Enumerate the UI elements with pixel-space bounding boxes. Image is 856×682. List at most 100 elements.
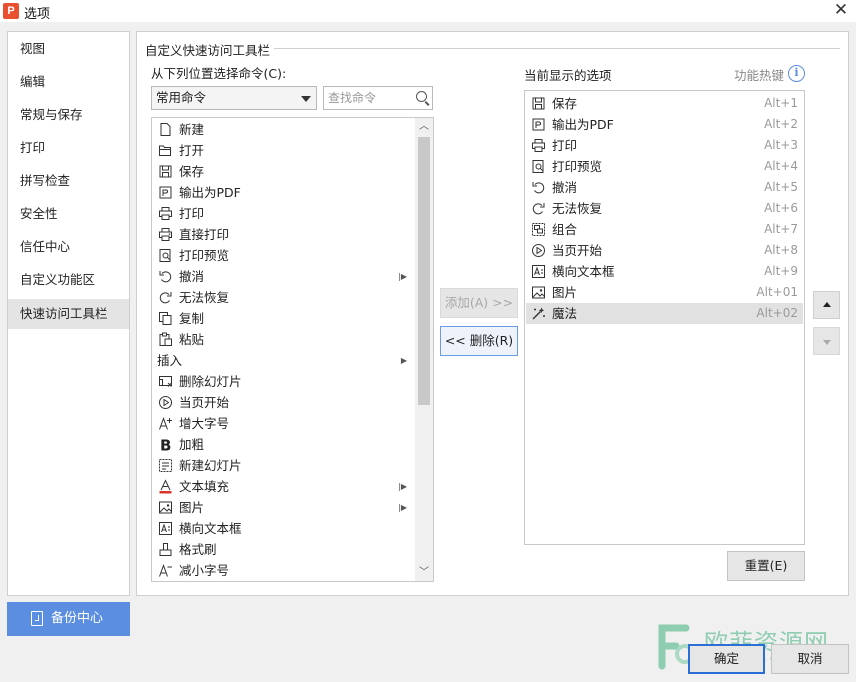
- nav-item-quick-access-toolbar[interactable]: 快速访问工具栏: [8, 299, 129, 329]
- list-item-label: 保存: [552, 96, 578, 111]
- save-icon: [532, 97, 545, 110]
- list-item[interactable]: 横向文本框: [152, 518, 415, 539]
- hotkey-value: Alt+9: [764, 264, 798, 278]
- list-item[interactable]: 减小字号: [152, 560, 415, 581]
- move-up-button[interactable]: [813, 291, 840, 319]
- title-bar: P 选项 ✕: [0, 0, 856, 22]
- list-item[interactable]: 横向文本框 Alt+9: [526, 261, 803, 282]
- list-item-label: 打开: [179, 143, 205, 158]
- add-button[interactable]: 添加(A) >>: [440, 288, 518, 318]
- current-toolbar-list[interactable]: 保存 Alt+1 输出为PDF Alt+2 打印 Alt+3 打印预览 Alt+…: [524, 90, 805, 545]
- ok-button[interactable]: 确定: [688, 644, 765, 674]
- list-item[interactable]: 无法恢复: [152, 287, 415, 308]
- nav-item-general-save[interactable]: 常规与保存: [8, 101, 129, 129]
- list-item-label: 复制: [179, 311, 205, 326]
- list-item[interactable]: B 加粗: [152, 434, 415, 455]
- nav-item-view[interactable]: 视图: [8, 35, 129, 63]
- nav-item-print[interactable]: 打印: [8, 134, 129, 162]
- reset-button[interactable]: 重置(E): [727, 551, 805, 581]
- list-item-selected[interactable]: 魔法 Alt+02: [526, 303, 803, 324]
- list-item[interactable]: 保存 Alt+1: [526, 93, 803, 114]
- close-icon[interactable]: ✕: [832, 1, 850, 19]
- list-item[interactable]: 打开: [152, 140, 415, 161]
- paste-icon: [159, 332, 172, 346]
- cancel-button[interactable]: 取消: [771, 644, 849, 674]
- undo-icon: [159, 271, 172, 283]
- available-commands-list[interactable]: 新建 打开 保存 输出为PDF 打印 直接打印 打印预览 撤消 |▶ 无法恢复 …: [151, 117, 434, 582]
- pdf-export-icon: [532, 118, 545, 131]
- commands-scrollbar[interactable]: ︿ ﹀: [415, 118, 433, 581]
- list-item-label: 图片: [552, 285, 578, 300]
- hotkey-value: Alt+1: [764, 96, 798, 110]
- scroll-up-icon[interactable]: ︿: [415, 118, 433, 135]
- list-item-label: 当页开始: [552, 243, 603, 258]
- list-item[interactable]: 图片 |▶: [152, 497, 415, 518]
- search-icon[interactable]: [416, 91, 427, 102]
- printer-icon: [532, 139, 545, 152]
- list-item[interactable]: 当页开始 Alt+8: [526, 240, 803, 261]
- print-preview-icon: [159, 249, 171, 262]
- textbox-icon: [532, 265, 545, 278]
- list-item-label: 图片: [179, 500, 205, 515]
- list-item[interactable]: 文本填充 |▶: [152, 476, 415, 497]
- list-item[interactable]: 直接打印: [152, 224, 415, 245]
- hotkey-value: Alt+01: [756, 285, 798, 299]
- nav-item-spelling[interactable]: 拼写检查: [8, 167, 129, 195]
- list-item[interactable]: 删除幻灯片: [152, 371, 415, 392]
- pdf-export-icon: [159, 186, 172, 199]
- delete-slide-icon: [159, 376, 172, 387]
- search-command-input[interactable]: 查找命令: [323, 86, 433, 110]
- list-item[interactable]: 格式刷: [152, 539, 415, 560]
- submenu-arrow-icon: ▶: [400, 356, 407, 365]
- list-item[interactable]: 撤消 Alt+5: [526, 177, 803, 198]
- backup-center-button[interactable]: 备份中心: [7, 602, 130, 636]
- nav-item-security[interactable]: 安全性: [8, 200, 129, 228]
- list-group-header[interactable]: 插入 ▶: [152, 350, 415, 371]
- list-item[interactable]: 保存: [152, 161, 415, 182]
- list-item[interactable]: 粘贴: [152, 329, 415, 350]
- list-item[interactable]: 复制: [152, 308, 415, 329]
- list-item[interactable]: 新建幻灯片: [152, 455, 415, 476]
- hotkey-value: Alt+6: [764, 201, 798, 215]
- nav-item-customize-ribbon[interactable]: 自定义功能区: [8, 266, 129, 294]
- printer-icon: [159, 207, 172, 220]
- nav-item-edit[interactable]: 编辑: [8, 68, 129, 96]
- move-down-button[interactable]: [813, 327, 840, 355]
- list-item[interactable]: 组合 Alt+7: [526, 219, 803, 240]
- list-item-label: 组合: [552, 222, 578, 237]
- list-item[interactable]: 打印: [152, 203, 415, 224]
- list-item-label: 横向文本框: [179, 521, 242, 536]
- info-icon[interactable]: i: [788, 65, 805, 82]
- list-item[interactable]: 增大字号: [152, 413, 415, 434]
- app-logo-icon: P: [3, 3, 19, 19]
- list-item-label: 当页开始: [179, 395, 230, 410]
- list-item[interactable]: 打印预览: [152, 245, 415, 266]
- magic-icon: [532, 307, 545, 320]
- scrollbar-thumb[interactable]: [418, 137, 430, 405]
- list-item[interactable]: 撤消 |▶: [152, 266, 415, 287]
- window-title: 选项: [24, 7, 51, 22]
- hotkey-value: Alt+2: [764, 117, 798, 131]
- list-item[interactable]: 打印预览 Alt+4: [526, 156, 803, 177]
- list-item[interactable]: 打印 Alt+3: [526, 135, 803, 156]
- scroll-down-icon[interactable]: ﹀: [415, 564, 433, 581]
- list-item[interactable]: 新建: [152, 119, 415, 140]
- hotkey-value: Alt+4: [764, 159, 798, 173]
- list-item[interactable]: 输出为PDF Alt+2: [526, 114, 803, 135]
- list-item[interactable]: 图片 Alt+01: [526, 282, 803, 303]
- format-painter-icon: [159, 543, 172, 556]
- list-item[interactable]: 当页开始: [152, 392, 415, 413]
- remove-button[interactable]: << 删除(R): [440, 326, 518, 356]
- picture-icon: [159, 501, 172, 514]
- list-item-label: 魔法: [552, 306, 578, 321]
- nav-item-trust-center[interactable]: 信任中心: [8, 233, 129, 261]
- hotkey-value: Alt+7: [764, 222, 798, 236]
- list-item[interactable]: 无法恢复 Alt+6: [526, 198, 803, 219]
- list-item[interactable]: 输出为PDF: [152, 182, 415, 203]
- list-item-label: 减小字号: [179, 563, 230, 578]
- play-icon: [159, 396, 172, 409]
- list-item-label: 文本填充: [179, 479, 230, 494]
- font-increase-icon: [159, 417, 172, 430]
- command-source-dropdown[interactable]: 常用命令: [151, 86, 317, 110]
- options-nav: 视图 编辑 常规与保存 打印 拼写检查 安全性 信任中心 自定义功能区 快速访问…: [7, 31, 130, 596]
